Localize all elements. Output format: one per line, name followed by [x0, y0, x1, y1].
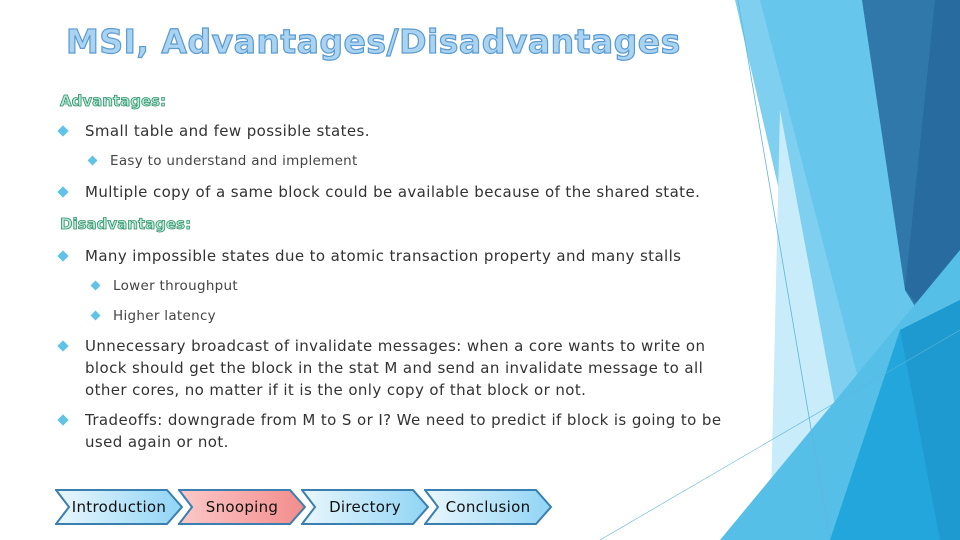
diamond-bullet-icon: [57, 125, 69, 137]
disadvantage-item: Tradeoffs: downgrade from M to S or I? W…: [55, 409, 725, 453]
nav-introduction[interactable]: Introduction: [55, 489, 183, 525]
disadvantage-item: Many impossible states due to atomic tra…: [55, 245, 681, 267]
disadvantage-item: Unnecessary broadcast of invalidate mess…: [55, 335, 725, 401]
nav-snooping[interactable]: Snooping: [178, 489, 306, 525]
diamond-bullet-icon: [57, 250, 69, 262]
advantage-item: Small table and few possible states.: [55, 120, 370, 142]
advantages-heading: Advantages:: [60, 92, 167, 111]
advantage-item: Multiple copy of a same block could be a…: [55, 181, 700, 203]
diamond-bullet-icon: [90, 280, 101, 291]
diamond-bullet-icon: [57, 186, 69, 198]
decorative-background-shapes: [599, 0, 960, 540]
diamond-bullet-icon: [90, 310, 101, 321]
diamond-bullet-icon: [57, 414, 69, 426]
diamond-bullet-icon: [57, 340, 69, 352]
diamond-bullet-icon: [87, 155, 98, 166]
section-navigation: Introduction Snooping Directory Conclusi…: [55, 489, 552, 525]
slide-title: MSI, Advantages/Disadvantages: [65, 21, 681, 61]
disadvantage-subitem: Higher latency: [88, 306, 216, 326]
disadvantages-heading: Disadvantages:: [60, 215, 192, 234]
disadvantage-subitem: Lower throughput: [88, 276, 238, 296]
advantage-subitem: Easy to understand and implement: [85, 151, 358, 171]
nav-conclusion[interactable]: Conclusion: [424, 489, 552, 525]
nav-directory[interactable]: Directory: [301, 489, 429, 525]
